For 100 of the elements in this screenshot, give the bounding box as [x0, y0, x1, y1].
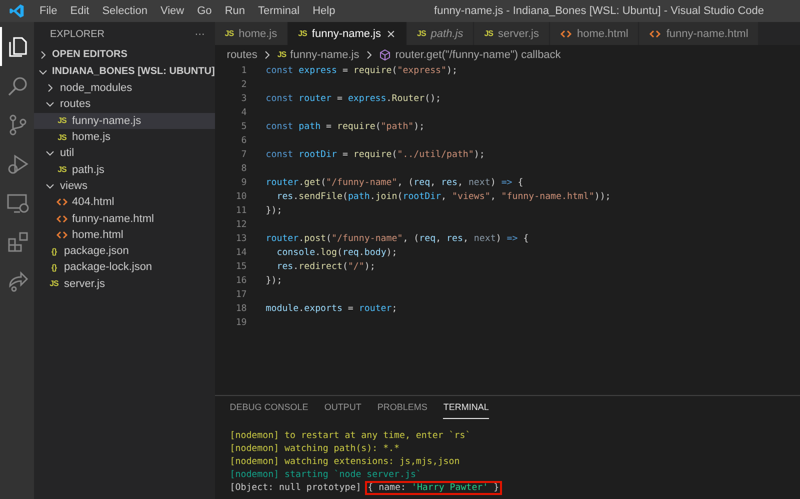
line-number: 6 — [240, 135, 247, 148]
code-line: const router = express.Router(); — [266, 93, 442, 106]
explorer-icon[interactable] — [6, 34, 30, 58]
js-file-icon: JS — [56, 165, 68, 174]
js-file-icon: JS — [56, 132, 68, 142]
panel-tab[interactable]: OUTPUT — [324, 402, 362, 419]
file-row[interactable]: {} package-lock.json — [34, 259, 215, 276]
menu-item[interactable]: Run — [218, 5, 252, 17]
html-file-icon — [56, 196, 68, 208]
code-line: }); — [266, 275, 282, 288]
html-file-icon — [56, 228, 68, 241]
line-number: 16 — [234, 275, 247, 288]
menu-item[interactable]: Terminal — [252, 5, 306, 17]
editor-tab[interactable]: JS funny-name.js — [288, 22, 407, 45]
menu-item[interactable]: View — [154, 5, 191, 17]
folder-row[interactable]: node_modules — [34, 80, 215, 96]
line-number: 2 — [240, 79, 247, 92]
file-name: 404.html — [72, 196, 114, 208]
file-row[interactable]: {} package.json — [34, 242, 215, 260]
panel-tab[interactable]: PROBLEMS — [377, 402, 428, 419]
folder-row[interactable]: views — [34, 178, 215, 194]
js-file-icon: JS — [277, 50, 286, 59]
more-actions-button[interactable]: ··· — [194, 28, 205, 40]
code-line: router.post("/funny-name", (req, res, next) => { — [266, 233, 529, 246]
breadcrumb-item[interactable]: routes — [226, 48, 258, 60]
menu-item[interactable]: Edit — [64, 5, 96, 17]
menu-item[interactable]: Selection — [96, 5, 154, 17]
file-name: server.js — [64, 278, 105, 290]
line-number: 9 — [240, 177, 247, 190]
file-row[interactable]: JS home.js — [34, 128, 215, 146]
line-number: 10 — [234, 191, 247, 204]
section-header[interactable]: INDIANA_BONES [WSL: UBUNTU] — [52, 66, 215, 77]
file-name: package-lock.json — [64, 261, 152, 274]
section-header[interactable]: OPEN EDITORS — [52, 49, 128, 60]
line-number: 11 — [234, 205, 247, 218]
file-row[interactable]: JS funny-name.js — [34, 112, 215, 129]
file-name: node_modules — [60, 82, 132, 94]
file-name: routes — [60, 98, 91, 110]
file-name: home.js — [72, 131, 111, 144]
js-file-icon: JS — [298, 29, 307, 38]
line-number: 13 — [234, 233, 247, 246]
editor-tab[interactable]: JS server.js — [474, 22, 550, 45]
line-number: 7 — [240, 149, 247, 162]
sidebar-title: EXPLORER — [50, 28, 104, 40]
editor-tab[interactable]: JS path.js — [407, 22, 474, 45]
file-name: home.html — [72, 228, 124, 241]
js-file-icon: JS — [48, 279, 60, 288]
panel-tab[interactable]: TERMINAL — [443, 402, 489, 419]
panel-tab[interactable]: DEBUG CONSOLE — [230, 402, 308, 419]
file-name: path.js — [72, 164, 104, 176]
file-row[interactable]: funny-name.html — [34, 210, 215, 227]
code-line: module.exports = router; — [266, 303, 398, 316]
breadcrumb-item[interactable]: funny-name.js — [290, 48, 360, 60]
extensions-icon[interactable] — [6, 230, 30, 254]
terminal-line: [nodemon] starting `node server.js` — [230, 470, 422, 480]
file-row[interactable]: JS server.js — [34, 276, 215, 292]
terminal-line: [Object: null prototype] — [230, 483, 362, 493]
js-file-icon: JS — [224, 29, 234, 38]
js-file-icon: JS — [417, 29, 426, 38]
line-number: 15 — [234, 261, 247, 274]
line-number: 8 — [240, 163, 247, 176]
folder-row[interactable]: util — [34, 145, 215, 162]
editor-tab[interactable]: funny-name.html — [639, 22, 760, 45]
breadcrumb-item[interactable]: router.get("/funny-name") callback — [395, 48, 561, 60]
line-number: 17 — [234, 289, 247, 302]
html-file-icon — [649, 28, 662, 40]
menu-item[interactable]: File — [33, 5, 64, 17]
js-file-icon: JS — [484, 29, 494, 38]
code-line: res.redirect("/"); — [276, 261, 376, 274]
file-name: package.json — [64, 245, 129, 258]
file-row[interactable]: JS path.js — [34, 161, 215, 178]
terminal-line: [nodemon] watching path(s): *.* — [230, 444, 400, 454]
json-file-icon: {} — [48, 262, 60, 272]
json-file-icon: {} — [48, 246, 60, 256]
file-name: funny-name.html — [72, 212, 154, 225]
folder-row[interactable]: routes — [34, 96, 215, 113]
app-logo-icon — [9, 3, 25, 19]
code-line: const express = require("express"); — [266, 65, 458, 78]
line-number: 3 — [240, 93, 247, 106]
line-number: 14 — [234, 247, 247, 260]
code-line: const path = require("path"); — [266, 121, 425, 134]
code-line: res.sendFile(path.join(rootDir, "views", "funny-name.html")); — [276, 191, 611, 204]
html-file-icon — [560, 28, 572, 40]
menu-item[interactable]: Help — [306, 5, 342, 17]
line-number: 18 — [234, 303, 247, 316]
menu-item[interactable]: Go — [190, 5, 218, 17]
editor-tab[interactable]: JS home.js — [214, 22, 288, 45]
close-icon[interactable] — [386, 28, 396, 38]
file-row[interactable]: 404.html — [34, 194, 215, 210]
terminal-line: [nodemon] watching extensions: js,mjs,json — [230, 457, 460, 467]
file-name: funny-name.js — [72, 114, 142, 127]
line-number: 1 — [240, 65, 247, 78]
html-file-icon — [56, 212, 68, 225]
editor-tab[interactable]: home.html — [550, 22, 640, 45]
code-line: }); — [266, 205, 282, 218]
file-row[interactable]: home.html — [34, 226, 215, 243]
highlighted-output: { name: 'Harry Pawter' } — [366, 483, 500, 493]
js-file-icon: JS — [56, 116, 68, 126]
line-number: 5 — [240, 121, 247, 134]
code-line: console.log(req.body); — [276, 247, 398, 260]
